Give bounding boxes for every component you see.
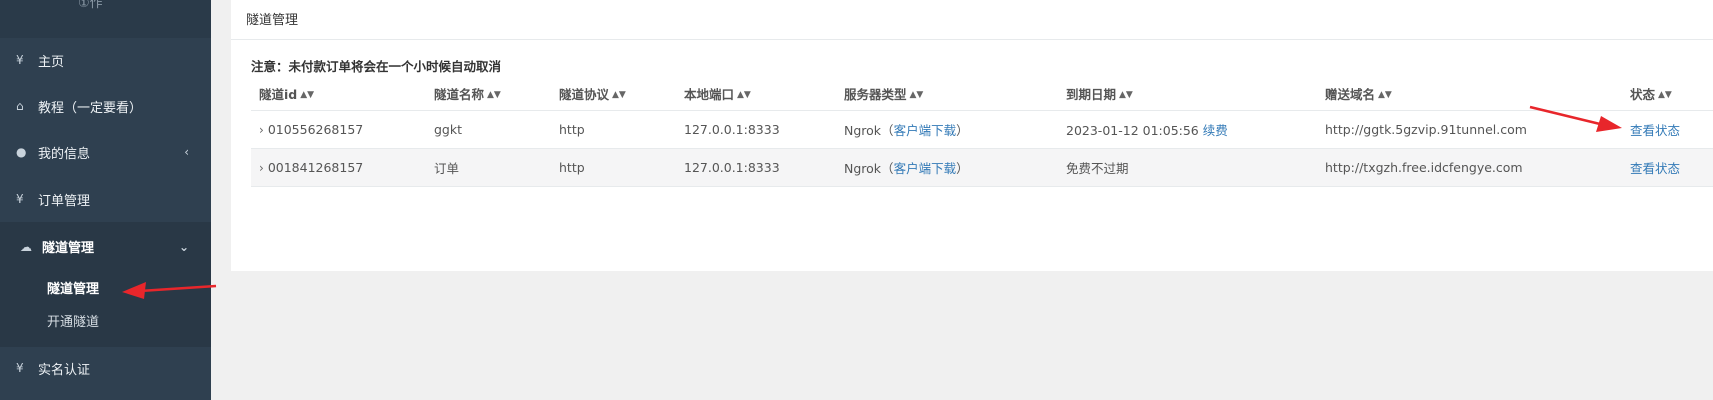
client-download-link[interactable]: 客户端下载 [894, 161, 957, 176]
header-label: 隧道名称 [434, 86, 485, 102]
page-title: 隧道管理 [246, 13, 299, 28]
cell-domain: http://ggtk.5gzvip.91tunnel.com [1317, 110, 1622, 149]
sort-icon: ▲▼ [300, 90, 315, 100]
cell-expire: 免费不过期 [1058, 148, 1317, 187]
sort-icon: ▲▼ [909, 90, 924, 100]
header-label: 状态 [1630, 86, 1656, 102]
sidebar-item-tunnels[interactable]: ☁ 隧道管理 ⌄ [0, 222, 211, 271]
sidebar-item-my-info[interactable]: ● 我的信息 ‹ [0, 129, 211, 175]
sort-icon: ▲▼ [487, 90, 501, 100]
home-icon: ⌂ [16, 99, 24, 113]
sidebar-item-orders[interactable]: ¥ 订单管理 [0, 176, 211, 222]
cell-text: 001841268157 [267, 160, 364, 175]
sort-icon: ▲▼ [737, 90, 751, 100]
sidebar-submenu: 隧道管理 开通隧道 [0, 271, 211, 347]
header-label: 到期日期 [1066, 86, 1117, 102]
cell-text: 免费不过期 [1066, 161, 1129, 176]
column-header[interactable]: 到期日期 ▲▼ [1058, 76, 1317, 111]
column-header[interactable]: 隧道协议 ▲▼ [551, 76, 676, 111]
view-status-link[interactable]: 查看状态 [1630, 123, 1680, 138]
column-header[interactable]: 隧道id ▲▼ [251, 76, 426, 111]
cell-text: 010556268157 [267, 122, 364, 137]
sidebar-item-label: 我的信息 [38, 146, 91, 162]
cell-domain: http://txgzh.free.idcfengye.com [1317, 148, 1622, 187]
header-label: 服务器类型 [844, 86, 907, 102]
panel-header: 隧道管理 [231, 0, 1713, 40]
chevron-left-icon: ‹ [184, 145, 189, 159]
cell-port: 127.0.0.1:8333 [676, 148, 836, 187]
chevron-down-icon: ⌄ [178, 239, 189, 254]
cell-text: Ngrok [844, 161, 882, 176]
table-row: › 010556268157 ggkt http 127.0.0.1:8333 N… [251, 110, 1713, 149]
header-label: 隧道id [259, 86, 298, 102]
column-header[interactable]: 服务器类型 ▲▼ [836, 76, 1058, 111]
cell-text: 2023-01-12 01:05:56 [1066, 123, 1199, 138]
header-label: 赠送域名 [1325, 86, 1376, 102]
submenu-tunnel-manage[interactable]: 隧道管理 [47, 278, 99, 297]
sidebar: ①作 ¥ 主页 ⌂ 教程（一定要看） ● 我的信息 ‹ ¥ 订单管理 ☁ 隧道管… [0, 0, 211, 400]
header-label: 隧道协议 [559, 86, 610, 102]
cell-id: › 010556268157 [251, 110, 426, 149]
cell-protocol: http [551, 110, 676, 149]
cell-name: ggkt [426, 110, 551, 149]
column-header[interactable]: 状态 ▲▼ [1622, 76, 1713, 111]
sort-icon: ▲▼ [1658, 90, 1672, 100]
chevron-right-icon[interactable]: › [259, 123, 264, 137]
header-label: 本地端口 [684, 86, 735, 102]
sort-icon: ▲▼ [612, 90, 626, 100]
sidebar-item-home[interactable]: ¥ 主页 [0, 37, 211, 83]
cell-name: 订单 [426, 148, 551, 187]
cell-status: 查看状态 [1622, 148, 1713, 187]
notice-text: 注意：未付款订单将会在一个小时候自动取消 [251, 59, 502, 74]
renew-link[interactable]: 续费 [1203, 123, 1228, 138]
logo-area: ①作 [0, 0, 211, 38]
cell-expire: 2023-01-12 01:05:56 续费 [1058, 110, 1317, 149]
sidebar-item-label: 主页 [38, 54, 65, 70]
cell-protocol: http [551, 148, 676, 187]
sort-icon: ▲▼ [1119, 90, 1133, 100]
column-header[interactable]: 赠送域名 ▲▼ [1317, 76, 1622, 111]
table-header-row: 隧道id ▲▼ 隧道名称 ▲▼ 隧道协议 ▲▼ 本地端口 ▲▼ 服务器类型 ▲▼ 到期日期… [251, 76, 1713, 111]
cell-status: 查看状态 [1622, 110, 1713, 149]
cell-port: 127.0.0.1:8333 [676, 110, 836, 149]
cell-id: › 001841268157 [251, 148, 426, 187]
view-status-link[interactable]: 查看状态 [1630, 161, 1680, 176]
sidebar-item-label: 实名认证 [38, 362, 91, 378]
logo-text: ①作 [78, 0, 103, 11]
yen-icon: ¥ [16, 53, 24, 67]
column-header[interactable]: 隧道名称 ▲▼ [426, 76, 551, 111]
cloud-icon: ☁ [20, 239, 32, 254]
yen-icon: ¥ [16, 361, 24, 375]
cell-server: Ngrok（客户端下载） [836, 110, 1058, 149]
cell-server: Ngrok（客户端下载） [836, 148, 1058, 187]
table-row: › 001841268157 订单 http 127.0.0.1:8333 Ngr… [251, 148, 1713, 187]
column-header[interactable]: 本地端口 ▲▼ [676, 76, 836, 111]
sidebar-item-verification[interactable]: ¥ 实名认证 [0, 345, 211, 391]
sidebar-item-label: 隧道管理 [42, 241, 95, 256]
sidebar-item-label: 订单管理 [38, 193, 91, 209]
tunnel-table: 隧道id ▲▼ 隧道名称 ▲▼ 隧道协议 ▲▼ 本地端口 ▲▼ 服务器类型 ▲▼ 到期日期… [251, 76, 1713, 187]
chevron-right-icon[interactable]: › [259, 161, 264, 175]
submenu-open-tunnel[interactable]: 开通隧道 [47, 311, 99, 330]
main-panel: 隧道管理 注意：未付款订单将会在一个小时候自动取消 隧道id ▲▼ 隧道名称 ▲▼ … [231, 0, 1713, 271]
yen-icon: ¥ [16, 192, 24, 206]
sidebar-item-tutorial[interactable]: ⌂ 教程（一定要看） [0, 83, 211, 129]
user-icon: ● [16, 145, 27, 159]
sort-icon: ▲▼ [1378, 90, 1392, 100]
client-download-link[interactable]: 客户端下载 [894, 123, 957, 138]
sidebar-item-label: 教程（一定要看） [38, 100, 143, 116]
cell-text: Ngrok [844, 123, 882, 138]
